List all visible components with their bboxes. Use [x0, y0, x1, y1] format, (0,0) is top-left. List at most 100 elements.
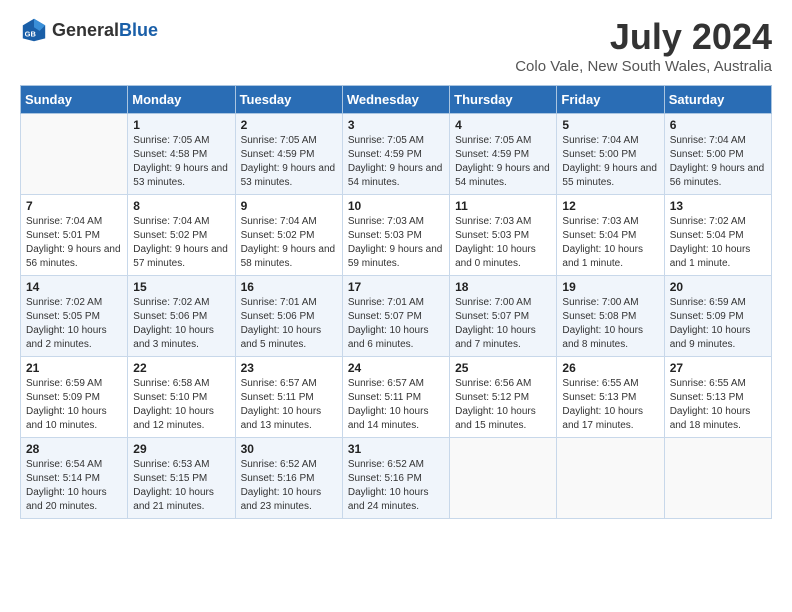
day-info: Sunrise: 6:53 AMSunset: 5:15 PMDaylight:… — [133, 458, 229, 514]
day-info: Sunrise: 7:04 AMSunset: 5:02 PMDaylight:… — [241, 215, 337, 271]
sunrise-text: Sunrise: 6:52 AM — [348, 459, 424, 470]
sunrise-text: Sunrise: 7:04 AM — [133, 216, 209, 227]
day-info: Sunrise: 7:03 AMSunset: 5:04 PMDaylight:… — [562, 215, 658, 271]
calendar-cell: 13 Sunrise: 7:02 AMSunset: 5:04 PMDayligh… — [664, 195, 771, 276]
calendar-cell: 7Sunrise: 7:04 AMSunset: 5:01 PMDaylight… — [21, 195, 128, 276]
title-area: July 2024 Colo Vale, New South Wales, Au… — [515, 16, 772, 75]
sunrise-text: Sunrise: 6:58 AM — [133, 378, 209, 389]
day-number: 3 — [348, 118, 444, 132]
sunrise-text: Sunrise: 7:04 AM — [241, 216, 317, 227]
sunrise-text: Sunrise: 7:05 AM — [241, 135, 317, 146]
day-info: Sunrise: 7:03 AMSunset: 5:03 PMDaylight:… — [348, 215, 444, 271]
day-info: Sunrise: 6:56 AMSunset: 5:12 PMDaylight:… — [455, 377, 551, 433]
day-info: Sunrise: 7:03 AM Sunset: 5:03 PM Daylight:… — [455, 215, 551, 271]
sunrise-text: Sunrise: 7:00 AM — [562, 297, 638, 308]
day-number: 1 — [133, 118, 229, 132]
sunset-text: Sunset: 5:14 PM — [26, 473, 100, 484]
day-info: Sunrise: 7:02 AMSunset: 5:04 PMDaylight:… — [670, 215, 766, 271]
calendar-cell: 18Sunrise: 7:00 AMSunset: 5:07 PMDayligh… — [450, 276, 557, 357]
calendar-cell: 27 Sunrise: 6:55 AMSunset: 5:13 PMDayligh… — [664, 357, 771, 438]
logo-text: GeneralBlue — [52, 20, 158, 41]
calendar-cell: 15Sunrise: 7:02 AMSunset: 5:06 PMDayligh… — [128, 276, 235, 357]
sunrise-text: Sunrise: 7:02 AM — [670, 216, 746, 227]
sunset-text: Sunset: 5:16 PM — [241, 473, 315, 484]
calendar-cell — [664, 438, 771, 519]
day-info: Sunrise: 7:04 AMSunset: 5:00 PMDaylight:… — [670, 134, 766, 190]
day-info: Sunrise: 7:01 AMSunset: 5:06 PMDaylight:… — [241, 296, 337, 352]
calendar-cell: 25Sunrise: 6:56 AMSunset: 5:12 PMDayligh… — [450, 357, 557, 438]
sunrise-text: Sunrise: 7:01 AM — [348, 297, 424, 308]
daylight-text: Daylight: 9 hours and 54 minutes. — [455, 163, 550, 188]
sunrise-text: Sunrise: 6:55 AM — [670, 378, 746, 389]
sunset-text: Sunset: 5:07 PM — [455, 311, 529, 322]
daylight-text: Daylight: 10 hours and 21 minutes. — [133, 487, 214, 512]
logo-icon: GB — [20, 16, 48, 44]
day-info: Sunrise: 6:55 AMSunset: 5:13 PMDaylight:… — [670, 377, 766, 433]
daylight-text: Daylight: 10 hours and 10 minutes. — [26, 406, 107, 431]
calendar-cell: 24 Sunrise: 6:57 AMSunset: 5:11 PMDayligh… — [342, 357, 449, 438]
day-number: 14 — [26, 280, 122, 294]
sunrise-text: Sunrise: 6:56 AM — [455, 378, 531, 389]
calendar-cell: 26Sunrise: 6:55 AMSunset: 5:13 PMDayligh… — [557, 357, 664, 438]
sunset-text: Sunset: 5:02 PM — [133, 230, 207, 241]
day-number: 20 — [670, 280, 766, 294]
calendar-subtitle: Colo Vale, New South Wales, Australia — [515, 58, 772, 75]
day-number: 27 — [670, 361, 766, 375]
sunset-text: Sunset: 5:08 PM — [562, 311, 636, 322]
calendar-cell: 29Sunrise: 6:53 AMSunset: 5:15 PMDayligh… — [128, 438, 235, 519]
sunset-text: Sunset: 5:16 PM — [348, 473, 422, 484]
calendar-week-2: 7Sunrise: 7:04 AMSunset: 5:01 PMDaylight… — [21, 195, 772, 276]
sunrise-text: Sunrise: 7:02 AM — [26, 297, 102, 308]
calendar-week-1: 1Sunrise: 7:05 AMSunset: 4:58 PMDaylight… — [21, 114, 772, 195]
sunrise-text: Sunrise: 7:05 AM — [455, 135, 531, 146]
day-number: 7 — [26, 199, 122, 213]
day-number: 13 — [670, 199, 766, 213]
day-number: 30 — [241, 442, 337, 456]
daylight-text: Daylight: 10 hours and 0 minutes. — [455, 244, 536, 269]
daylight-text: Daylight: 10 hours and 9 minutes. — [670, 325, 751, 350]
sunrise-text: Sunrise: 6:52 AM — [241, 459, 317, 470]
daylight-text: Daylight: 10 hours and 5 minutes. — [241, 325, 322, 350]
weekday-header-sunday: Sunday — [21, 86, 128, 114]
page-header: GB GeneralBlue July 2024 Colo Vale, New … — [20, 16, 772, 75]
daylight-text: Daylight: 10 hours and 2 minutes. — [26, 325, 107, 350]
day-info: Sunrise: 6:52 AMSunset: 5:16 PMDaylight:… — [241, 458, 337, 514]
daylight-text: Daylight: 10 hours and 6 minutes. — [348, 325, 429, 350]
day-number: 6 — [670, 118, 766, 132]
calendar-cell: 2Sunrise: 7:05 AMSunset: 4:59 PMDaylight… — [235, 114, 342, 195]
sunrise-text: Sunrise: 7:03 AM — [348, 216, 424, 227]
day-info: Sunrise: 6:57 AMSunset: 5:11 PMDaylight:… — [348, 377, 444, 433]
calendar-cell: 8Sunrise: 7:04 AMSunset: 5:02 PMDaylight… — [128, 195, 235, 276]
calendar-cell: 30Sunrise: 6:52 AMSunset: 5:16 PMDayligh… — [235, 438, 342, 519]
calendar-cell: 28Sunrise: 6:54 AMSunset: 5:14 PMDayligh… — [21, 438, 128, 519]
sunset-text: Sunset: 5:12 PM — [455, 392, 529, 403]
calendar-cell: 23 Sunrise: 6:57 AMSunset: 5:11 PMDayligh… — [235, 357, 342, 438]
day-number: 25 — [455, 361, 551, 375]
day-number: 24 — [348, 361, 444, 375]
calendar-cell: 11Sunrise: 7:03 AMSunset: 5:03 PMDayligh… — [450, 195, 557, 276]
weekday-header-tuesday: Tuesday — [235, 86, 342, 114]
calendar-cell: 4Sunrise: 7:05 AMSunset: 4:59 PMDaylight… — [450, 114, 557, 195]
calendar-cell: 17Sunrise: 7:01 AMSunset: 5:07 PMDayligh… — [342, 276, 449, 357]
sunset-text: Sunset: 5:05 PM — [26, 311, 100, 322]
sunset-text: Sunset: 5:00 PM — [670, 149, 744, 160]
calendar-cell: 12Sunrise: 7:03 AMSunset: 5:04 PMDayligh… — [557, 195, 664, 276]
sunrise-text: Sunrise: 7:02 AM — [133, 297, 209, 308]
day-info: Sunrise: 7:00 AMSunset: 5:08 PMDaylight:… — [562, 296, 658, 352]
day-info: Sunrise: 6:57 AMSunset: 5:11 PMDaylight:… — [241, 377, 337, 433]
day-info: Sunrise: 6:59 AMSunset: 5:09 PMDaylight:… — [26, 377, 122, 433]
daylight-text: Daylight: 9 hours and 56 minutes. — [670, 163, 765, 188]
calendar-cell: 16Sunrise: 7:01 AMSunset: 5:06 PMDayligh… — [235, 276, 342, 357]
day-info: Sunrise: 7:04 AMSunset: 5:00 PMDaylight:… — [562, 134, 658, 190]
sunrise-text: Sunrise: 7:04 AM — [562, 135, 638, 146]
day-number: 4 — [455, 118, 551, 132]
day-number: 10 — [348, 199, 444, 213]
day-number: 18 — [455, 280, 551, 294]
sunset-text: Sunset: 5:03 PM — [455, 230, 529, 241]
logo: GB GeneralBlue — [20, 16, 158, 44]
day-number: 23 — [241, 361, 337, 375]
sunset-text: Sunset: 5:13 PM — [562, 392, 636, 403]
sunrise-text: Sunrise: 7:03 AM — [455, 216, 531, 227]
daylight-text: Daylight: 10 hours and 13 minutes. — [241, 406, 322, 431]
day-number: 19 — [562, 280, 658, 294]
